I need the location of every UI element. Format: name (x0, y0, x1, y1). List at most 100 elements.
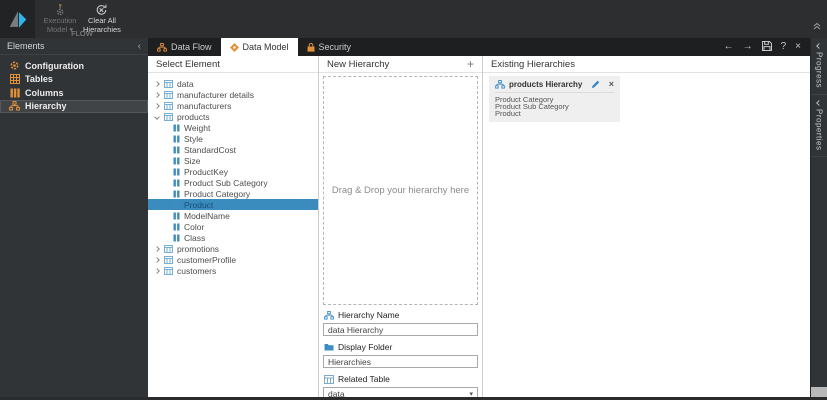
tree-item-label: data (177, 78, 194, 89)
back-icon[interactable]: ← (724, 42, 734, 52)
table-icon (164, 101, 173, 110)
execution-model-button[interactable]: Execution Model ▾ (40, 2, 80, 33)
tree-item-product-category[interactable]: Product Category (148, 188, 318, 199)
hierarchy-name-label: Hierarchy Name (338, 310, 400, 320)
hierarchy-name-label-row: Hierarchy Name (324, 310, 477, 320)
dock-tab-label: Progress (814, 52, 824, 89)
tree-item-label: Weight (184, 122, 211, 133)
app-window: Execution Model ▾ Clear All Hierarchies … (0, 0, 827, 400)
tab-bar: Data Flow Data Model Security ← → ? × (148, 38, 810, 56)
tree-item-style[interactable]: Style (148, 133, 318, 144)
column-icon (173, 212, 180, 220)
dock-tab-properties[interactable]: Properties (811, 95, 827, 158)
sidebar-item-columns[interactable]: Columns (0, 86, 148, 100)
expand-caret-icon[interactable] (154, 256, 160, 263)
tree-item-product[interactable]: Product (148, 199, 318, 210)
sidebar-item-hierarchy[interactable]: Hierarchy (0, 99, 148, 113)
tree-item-label: StandardCost (184, 144, 236, 155)
dropzone-text: Drag & Drop your hierarchy here (331, 185, 470, 196)
collapse-ribbon-icon[interactable] (812, 17, 822, 35)
main-area: Data Flow Data Model Security ← → ? × Se… (148, 38, 810, 397)
tree-item-class[interactable]: Class (148, 232, 318, 243)
expand-caret-icon[interactable] (154, 91, 160, 98)
tree-item-manufacturer-details[interactable]: manufacturer details (148, 89, 318, 100)
close-icon[interactable]: × (795, 42, 801, 52)
existing-hierarchies-header: Existing Hierarchies (483, 56, 810, 73)
clear-all-icon (94, 3, 109, 17)
tree-item-label: customers (177, 265, 217, 276)
display-folder-label: Display Folder (338, 342, 393, 352)
related-table-select[interactable]: data ▾ (323, 387, 478, 397)
tab-label: Data Flow (171, 42, 212, 52)
dock-tab-progress[interactable]: Progress (811, 38, 827, 96)
expand-caret-icon[interactable] (154, 80, 160, 87)
table-icon (164, 112, 173, 121)
expand-caret-icon[interactable] (154, 102, 160, 109)
sidebar-item-configuration[interactable]: Configuration (0, 59, 148, 73)
add-hierarchy-icon[interactable]: + (467, 58, 474, 70)
panel-title: New Hierarchy (327, 58, 390, 70)
expand-caret-icon[interactable] (154, 245, 160, 252)
related-table-label: Related Table (338, 374, 390, 384)
tree-item-standardcost[interactable]: StandardCost (148, 144, 318, 155)
new-hierarchy-header: New Hierarchy + (319, 56, 482, 73)
hierarchy-icon (9, 101, 20, 111)
tree-item-label: ModelName (184, 210, 230, 221)
tree-item-color[interactable]: Color (148, 221, 318, 232)
tree-item-weight[interactable]: Weight (148, 122, 318, 133)
hierarchy-level-product: Product (495, 109, 521, 119)
edit-pencil-icon[interactable] (591, 80, 600, 89)
tree-item-label: ProductKey (184, 166, 228, 177)
tree-item-label: Size (184, 155, 201, 166)
column-icon (173, 234, 180, 242)
select-element-header: Select Element (148, 56, 318, 73)
sidebar-item-tables[interactable]: Tables (0, 73, 148, 87)
column-icon (173, 168, 180, 176)
tree-item-promotions[interactable]: promotions (148, 243, 318, 254)
hierarchy-name-input[interactable] (323, 323, 478, 336)
display-folder-input[interactable] (323, 355, 478, 368)
chevron-left-icon (816, 100, 822, 106)
clear-all-hierarchies-button[interactable]: Clear All Hierarchies (80, 2, 124, 33)
tree-item-data[interactable]: data (148, 78, 318, 89)
folder-icon (324, 344, 334, 351)
chevron-left-icon (816, 43, 822, 49)
sidebar-collapse-icon[interactable]: ‹ (138, 41, 141, 52)
help-icon[interactable]: ? (781, 42, 787, 52)
delete-close-icon[interactable]: × (609, 79, 614, 89)
tree-item-label: manufacturers (177, 100, 232, 111)
elements-sidebar: Elements ‹ Configuration Tables Columns … (0, 38, 148, 397)
hierarchy-dropzone[interactable]: Drag & Drop your hierarchy here (323, 76, 478, 305)
panel-title: Select Element (156, 58, 220, 70)
tree-item-products[interactable]: products (148, 111, 318, 122)
tree-item-size[interactable]: Size (148, 155, 318, 166)
column-icon (173, 146, 180, 154)
tree-item-customerprofile[interactable]: customerProfile (148, 254, 318, 265)
tab-data-flow[interactable]: Data Flow (148, 38, 221, 56)
expand-caret-icon[interactable] (154, 113, 160, 120)
app-logo-icon (9, 10, 26, 28)
sidebar-item-label: Columns (25, 87, 64, 98)
dock-resize-grip[interactable] (811, 387, 827, 397)
tree-item-product-sub-category[interactable]: Product Sub Category (148, 177, 318, 188)
panels-container: Select Element data manufacturer details m… (148, 56, 810, 397)
table-icon (164, 266, 173, 275)
sidebar-header: Elements ‹ (0, 38, 148, 55)
tree-item-manufacturers[interactable]: manufacturers (148, 100, 318, 111)
tree-item-label: Style (184, 133, 203, 144)
tab-label: Security (318, 42, 352, 52)
execution-model-icon (53, 3, 68, 17)
expand-caret-icon[interactable] (154, 267, 160, 274)
tab-security[interactable]: Security (298, 38, 361, 56)
tab-data-model[interactable]: Data Model (220, 38, 298, 56)
save-icon[interactable] (761, 40, 772, 54)
tree-item-label: Class (184, 232, 206, 243)
tree-item-productkey[interactable]: ProductKey (148, 166, 318, 177)
tree-item-customers[interactable]: customers (148, 265, 318, 276)
app-logo (0, 0, 35, 38)
existing-hierarchies-panel: Existing Hierarchies products Hierarchy (483, 56, 810, 397)
new-hierarchy-panel: New Hierarchy + Drag & Drop your hierarc… (318, 56, 483, 397)
forward-icon[interactable]: → (743, 42, 753, 52)
tree-item-modelname[interactable]: ModelName (148, 210, 318, 221)
hierarchy-icon (324, 310, 334, 320)
